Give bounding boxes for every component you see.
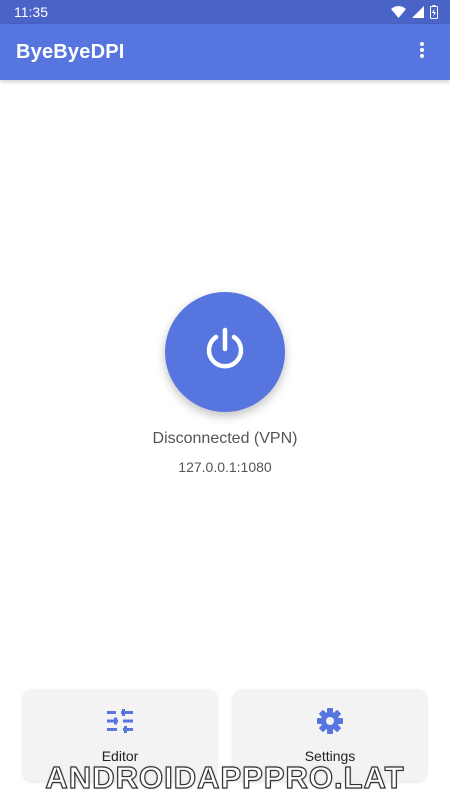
power-button[interactable]: [165, 292, 285, 412]
wifi-icon: [391, 6, 406, 18]
settings-button[interactable]: Settings: [233, 689, 427, 781]
connection-status: Disconnected (VPN): [152, 430, 298, 447]
status-icons: [391, 5, 438, 19]
status-time: 11:35: [14, 4, 48, 20]
gear-icon: [316, 707, 344, 735]
battery-icon: [430, 5, 438, 19]
editor-label: Editor: [101, 748, 139, 764]
cell-signal-icon: [412, 6, 424, 18]
app-title: ByeByeDPI: [16, 40, 125, 63]
tune-sliders-icon: [107, 707, 133, 735]
proxy-address: 127.0.0.1:1080: [178, 459, 272, 475]
app-bar: ByeByeDPI: [0, 24, 450, 80]
overflow-menu-button[interactable]: [402, 32, 442, 72]
settings-label: Settings: [304, 748, 356, 764]
status-bar: 11:35: [0, 0, 450, 24]
editor-button[interactable]: Editor: [23, 689, 217, 781]
power-icon: [202, 327, 248, 378]
more-vert-icon: [420, 41, 424, 63]
